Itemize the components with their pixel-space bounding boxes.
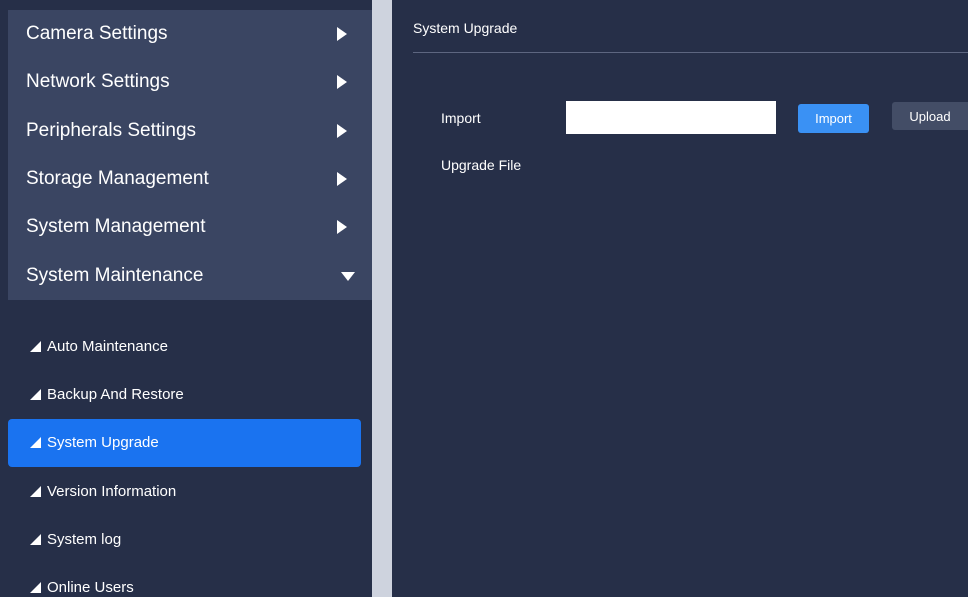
submenu-item-system-upgrade[interactable]: System Upgrade [8, 418, 361, 467]
submenu-item-version-information[interactable]: Version Information [8, 467, 372, 515]
menu-item-label: Network Settings [26, 71, 170, 93]
triangle-bullet-icon [30, 533, 41, 545]
submenu-item-label: Auto Maintenance [47, 337, 168, 355]
menu-item-camera-settings[interactable]: Camera Settings [8, 10, 372, 58]
submenu-item-label: Version Information [47, 482, 177, 500]
menu-item-system-management[interactable]: System Management [8, 203, 372, 251]
submenu-item-label: System log [47, 530, 122, 548]
sidebar: Camera Settings Network Settings Periphe… [0, 0, 372, 597]
triangle-bullet-icon [30, 340, 41, 352]
maintenance-submenu: Auto Maintenance Backup And Restore Syst… [8, 322, 372, 597]
menu-item-system-maintenance[interactable]: System Maintenance [8, 251, 372, 299]
menu-item-label: Camera Settings [26, 23, 168, 45]
caret-right-icon [337, 75, 347, 90]
submenu-item-label: Online Users [47, 579, 134, 597]
caret-right-icon [337, 27, 347, 42]
submenu-item-label: System Upgrade [47, 434, 159, 452]
upload-button[interactable]: Upload [892, 102, 968, 130]
submenu-item-label: Backup And Restore [47, 385, 184, 403]
triangle-bullet-icon [30, 485, 41, 497]
submenu-item-auto-maintenance[interactable]: Auto Maintenance [8, 322, 372, 370]
submenu-item-online-users[interactable]: Online Users [8, 563, 372, 597]
menu-item-label: Peripherals Settings [26, 119, 197, 141]
caret-right-icon [337, 172, 347, 187]
caret-right-icon [337, 220, 347, 235]
import-button[interactable]: Import [798, 104, 869, 133]
triangle-bullet-icon [30, 388, 41, 400]
import-label: Import [441, 110, 481, 126]
panel-divider [372, 0, 392, 597]
import-file-input[interactable] [566, 101, 776, 134]
menu-item-storage-management[interactable]: Storage Management [8, 155, 372, 203]
triangle-bullet-icon [30, 582, 41, 594]
caret-down-icon [341, 271, 355, 281]
title-divider [413, 52, 968, 53]
upgrade-file-label: Upgrade File [441, 157, 522, 173]
submenu-item-backup-and-restore[interactable]: Backup And Restore [8, 370, 372, 418]
caret-right-icon [337, 123, 347, 138]
menu-item-network-settings[interactable]: Network Settings [8, 58, 372, 106]
triangle-bullet-icon [30, 437, 41, 449]
page-title: System Upgrade [413, 20, 518, 36]
submenu-item-system-log[interactable]: System log [8, 515, 372, 563]
menu-item-peripherals-settings[interactable]: Peripherals Settings [8, 107, 372, 155]
settings-menu: Camera Settings Network Settings Periphe… [8, 10, 372, 300]
menu-item-label: System Management [26, 216, 206, 238]
menu-item-label: System Maintenance [26, 264, 204, 286]
menu-item-label: Storage Management [26, 168, 209, 190]
main-panel: System Upgrade Import Import Upload Upgr… [392, 0, 968, 597]
